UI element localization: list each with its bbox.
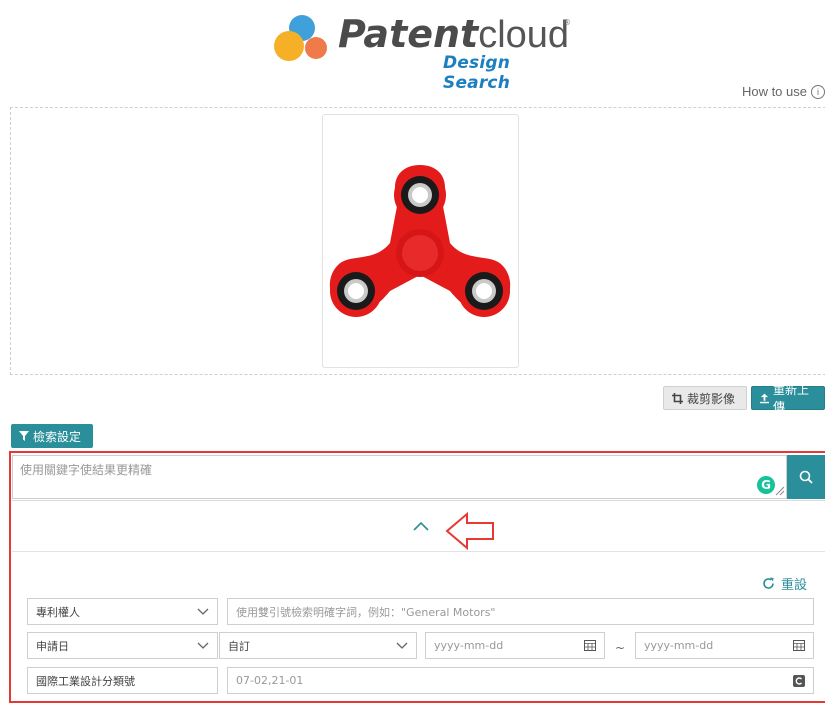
date-range-separator: ~ [615,641,626,655]
reupload-label: 重新上傳 [772,383,809,414]
info-icon: i [811,84,825,99]
assignee-field-select[interactable]: 專利權人 [27,598,218,625]
uploaded-image-preview [322,114,519,368]
reset-label: 重設 [781,578,808,593]
filter-icon [19,431,29,441]
search-icon [799,470,813,484]
date-from-placeholder: yyyy-mm-dd [434,639,504,652]
upload-icon [760,393,769,403]
date-to-placeholder: yyyy-mm-dd [644,639,714,652]
fidget-spinner-image [329,165,511,317]
divider [12,551,825,552]
logo-word-light: cloud [478,14,570,56]
reset-icon [763,577,774,589]
date-field-select-value: 申請日 [36,639,69,653]
reupload-button[interactable]: 重新上傳 [751,383,825,414]
calendar-icon[interactable] [584,640,596,651]
registered-mark: ® [563,18,571,27]
date-range-select[interactable]: 自訂 [219,632,417,659]
patentcloud-logo[interactable]: Patentcloud ® Design Search [272,6,572,93]
date-to-input[interactable]: yyyy-mm-dd [635,632,814,659]
locarno-class-input[interactable]: 07-02,21-01 [227,667,814,694]
reset-button[interactable]: 重設 [762,574,807,593]
assignee-field-select-value: 專利權人 [36,605,80,619]
how-to-use-label: How to use [741,84,807,99]
chevron-down-icon [396,642,408,649]
divider [12,500,825,501]
date-range-select-value: 自訂 [228,639,250,653]
keyword-placeholder: 使用關鍵字使結果更精確 [20,463,153,477]
locarno-class-label-text: 國際工業設計分類號 [36,674,135,688]
crop-icon [672,392,683,404]
locarno-class-value: 07-02,21-01 [236,674,304,687]
chevron-down-icon [197,642,209,649]
logo-mark-icon [274,15,327,61]
grammarly-icon[interactable]: G [757,476,775,494]
crop-image-button[interactable]: 裁剪影像 [663,386,747,410]
assignee-query-placeholder: 使用雙引號檢索明確字詞，例如："General Motors" [236,605,496,619]
date-from-input[interactable]: yyyy-mm-dd [425,632,605,659]
logo-subtitle: Design Search [443,53,511,93]
search-settings-label: 檢索設定 [33,429,82,444]
calendar-icon[interactable] [793,640,805,651]
resize-handle-icon[interactable] [775,486,785,496]
logo-word-bold: Patent [338,12,479,56]
search-settings-button[interactable]: 檢索設定 [11,424,93,448]
chevron-down-icon [197,608,209,615]
annotation-left-arrow-icon [445,511,494,551]
crop-image-label: 裁剪影像 [687,391,736,406]
locarno-class-label: 國際工業設計分類號 [27,667,218,694]
class-lookup-icon[interactable] [793,674,805,687]
date-field-select[interactable]: 申請日 [27,632,218,659]
search-button[interactable] [787,455,825,499]
how-to-use-link[interactable]: How to use i [742,84,825,99]
assignee-query-input[interactable]: 使用雙引號檢索明確字詞，例如："General Motors" [227,598,814,625]
collapse-chevron-up-icon[interactable] [412,520,430,532]
